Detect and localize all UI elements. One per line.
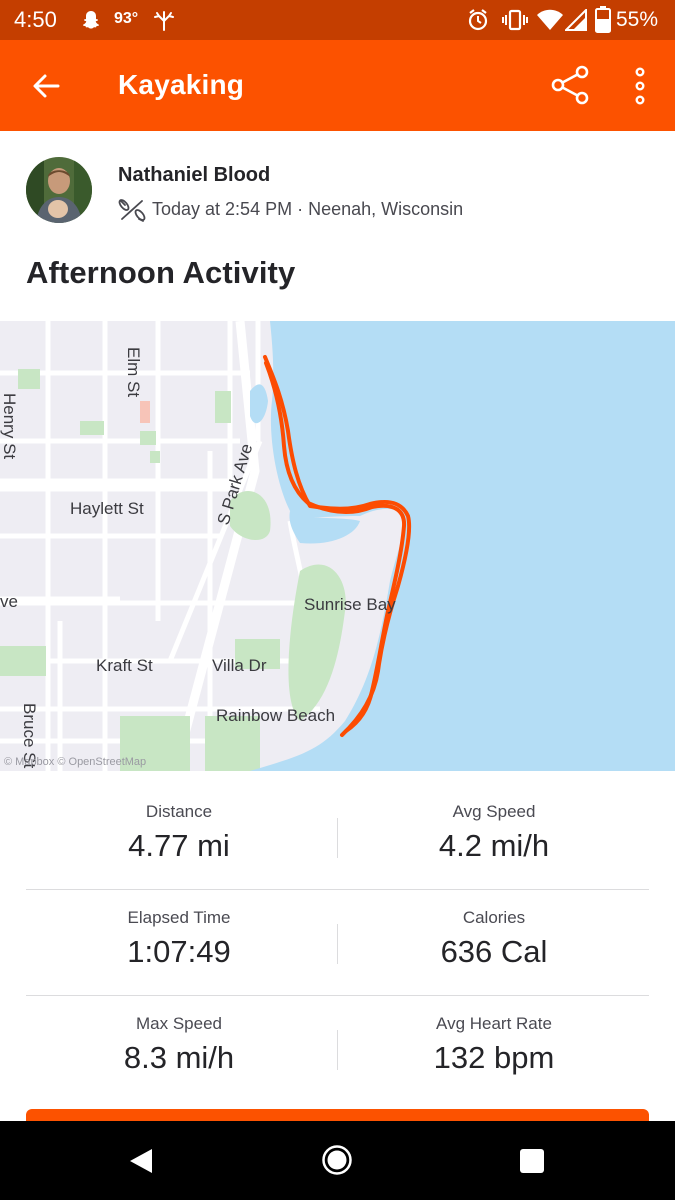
stat-label: Calories — [462, 908, 526, 927]
cell-signal-icon — [565, 9, 587, 31]
activity-date-location: Today at 2:54 PM · Neenah, Wisconsin — [152, 199, 464, 219]
status-time: 4:50 — [14, 7, 57, 32]
stat-value: 636 Cal — [440, 934, 548, 969]
row-divider — [26, 889, 649, 890]
wifi-icon — [537, 9, 563, 30]
stat-max-speed: Max Speed 8.3 mi/h — [24, 1012, 334, 1076]
circle-home-icon[interactable] — [321, 1144, 353, 1176]
map-label-elm: Elm St — [124, 347, 143, 397]
stat-calories: Calories 636 Cal — [339, 906, 649, 970]
stat-label: Avg Speed — [452, 802, 536, 821]
stat-divider — [337, 818, 338, 858]
stat-value: 4.2 mi/h — [438, 828, 550, 863]
status-bar: 4:50 93° 55% — [0, 0, 675, 40]
stat-avg-speed: Avg Speed 4.2 mi/h — [339, 800, 649, 864]
stat-divider — [337, 924, 338, 964]
more-vert-icon[interactable] — [630, 67, 650, 105]
stat-label: Avg Heart Rate — [436, 1014, 552, 1033]
stat-avg-heart-rate: Avg Heart Rate 132 bpm — [339, 1012, 649, 1076]
vibrate-icon — [502, 9, 528, 31]
map-label-kraft: Kraft St — [96, 656, 153, 675]
map-label-haylett: Haylett St — [70, 499, 144, 518]
avatar[interactable] — [26, 157, 92, 223]
snapchat-icon — [83, 11, 99, 29]
tree-icon — [154, 11, 174, 31]
alarm-icon — [468, 9, 488, 31]
page-title: Kayaking — [118, 69, 245, 100]
stat-value: 8.3 mi/h — [123, 1040, 235, 1075]
row-divider — [26, 995, 649, 996]
stat-distance: Distance 4.77 mi — [24, 800, 334, 864]
stat-label: Max Speed — [136, 1014, 222, 1033]
system-nav-bar — [0, 1121, 675, 1200]
battery-icon — [595, 6, 611, 33]
triangle-back-icon[interactable] — [128, 1147, 154, 1175]
status-battery: 55% — [616, 8, 659, 31]
stat-elapsed-time: Elapsed Time 1:07:49 — [24, 906, 334, 970]
map-label-henry: Henry St — [0, 393, 19, 459]
stat-label: Distance — [145, 802, 213, 821]
stat-value: 132 bpm — [433, 1040, 555, 1075]
stat-value: 4.77 mi — [128, 828, 230, 863]
app-bar: Kayaking — [0, 40, 675, 131]
stat-label: Elapsed Time — [127, 908, 231, 927]
map-label-sunrise: Sunrise Bay — [304, 595, 396, 614]
status-temperature: 93° — [114, 10, 139, 27]
map-label-villa: Villa Dr — [212, 656, 267, 675]
map-attribution: © Mapbox © OpenStreetMap — [4, 756, 146, 768]
square-recents-icon[interactable] — [519, 1148, 545, 1174]
route-map[interactable]: Elm St Henry St S Park Ave Haylett St ve… — [0, 321, 675, 771]
athlete-name[interactable]: Nathaniel Blood — [118, 164, 270, 187]
stat-value: 1:07:49 — [127, 934, 231, 969]
share-icon[interactable] — [550, 65, 590, 105]
stat-divider — [337, 1030, 338, 1070]
arrow-left-icon[interactable] — [32, 72, 60, 100]
activity-title: Afternoon Activity — [26, 255, 296, 290]
map-label-ave-edge: ve — [0, 592, 18, 611]
map-label-rainbow: Rainbow Beach — [216, 706, 335, 725]
kayak-icon — [118, 199, 146, 222]
